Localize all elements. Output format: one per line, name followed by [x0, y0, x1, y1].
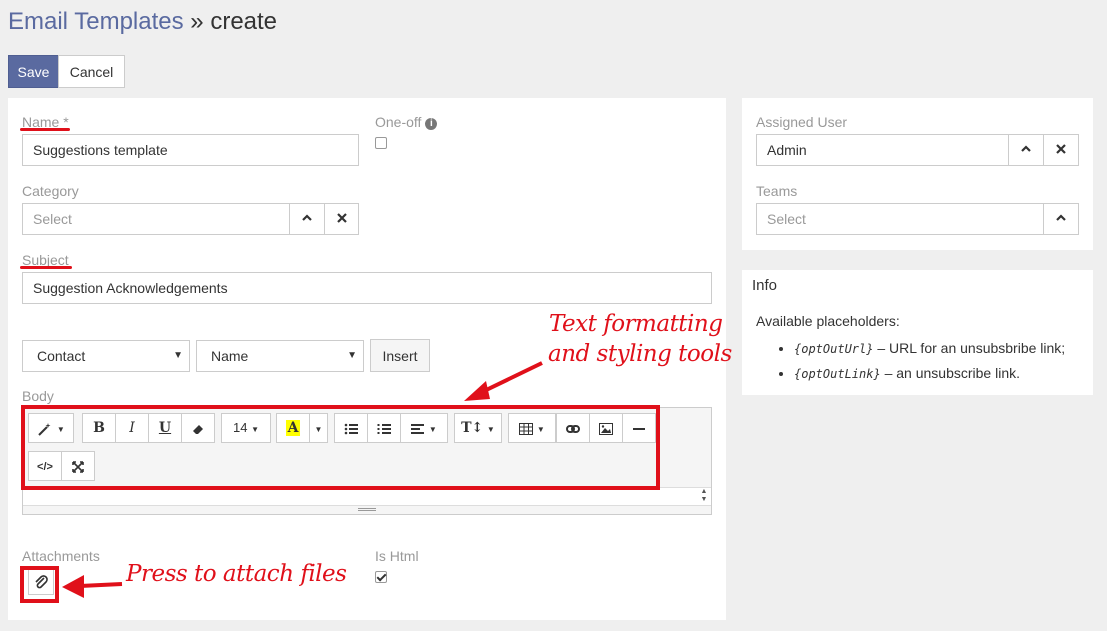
- placeholder-desc: – an unsubscribe link.: [880, 365, 1021, 381]
- attachments-label: Attachments: [22, 548, 100, 564]
- assigned-user-input[interactable]: Admin: [756, 134, 1009, 166]
- placeholder-desc: – URL for an unsubsbribe link;: [873, 340, 1066, 356]
- assigned-user-select-button[interactable]: [1008, 134, 1044, 166]
- caret-down-icon: ▼: [173, 350, 183, 361]
- teams-input[interactable]: Select: [756, 203, 1044, 235]
- annotation-box: [21, 405, 660, 490]
- is-html-label: Is Html: [375, 548, 419, 564]
- annotation-text: and styling tools: [548, 341, 732, 367]
- annotation-box: [20, 566, 59, 603]
- list-item: {optOutLink} – an unsubscribe link.: [794, 361, 1065, 386]
- annotation-arrow-icon: [464, 361, 543, 401]
- list-item: {optOutUrl} – URL for an unsubsbribe lin…: [794, 336, 1065, 361]
- annotation-text: Text formatting: [549, 311, 723, 337]
- caret-down-icon: ▼: [347, 350, 357, 361]
- category-input[interactable]: Select: [22, 203, 290, 235]
- placeholder-entity-select[interactable]: Contact ▼: [22, 340, 190, 372]
- is-html-checkbox[interactable]: [375, 571, 387, 583]
- page-title: Email Templates » create: [8, 6, 277, 38]
- editor-scrollbar[interactable]: ▲ ▼: [698, 488, 710, 506]
- annotation-text: Press to attach files: [126, 561, 347, 587]
- close-icon: [336, 213, 347, 223]
- category-label: Category: [22, 183, 79, 199]
- oneoff-label: One-off i: [375, 114, 438, 130]
- chevron-up-icon: [1021, 145, 1031, 152]
- placeholder-list: {optOutUrl} – URL for an unsubsbribe lin…: [774, 336, 1065, 386]
- placeholder-code: {optOutLink}: [794, 367, 881, 381]
- annotation-underline: [20, 266, 72, 269]
- subject-input[interactable]: Suggestion Acknowledgements: [22, 272, 712, 304]
- teams-label: Teams: [756, 183, 798, 199]
- info-intro: Available placeholders:: [756, 313, 900, 329]
- placeholder-code: {optOutUrl}: [794, 342, 874, 356]
- breadcrumb-current: create: [210, 8, 278, 35]
- annotation-underline: [20, 128, 70, 131]
- save-button[interactable]: Save: [8, 55, 59, 88]
- category-select-button[interactable]: [289, 203, 325, 235]
- insert-button[interactable]: Insert: [370, 339, 430, 372]
- oneoff-checkbox[interactable]: [375, 137, 387, 149]
- info-title: Info: [752, 277, 778, 294]
- assigned-user-label: Assigned User: [756, 114, 848, 130]
- category-clear-button[interactable]: [324, 203, 359, 235]
- breadcrumb-separator: »: [183, 8, 211, 35]
- teams-select-button[interactable]: [1043, 203, 1079, 235]
- grip-icon: [358, 508, 376, 511]
- close-icon: [1056, 144, 1066, 154]
- editor-resize-handle[interactable]: [23, 505, 711, 514]
- oneoff-label-text: One-off: [375, 114, 422, 130]
- info-icon: i: [425, 118, 438, 130]
- placeholder-field-value: Name: [211, 348, 249, 364]
- assigned-user-clear-button[interactable]: [1043, 134, 1079, 166]
- annotation-arrow-icon: [62, 575, 123, 598]
- breadcrumb-email-templates[interactable]: Email Templates: [8, 8, 184, 35]
- body-label: Body: [22, 388, 54, 404]
- name-input[interactable]: Suggestions template: [22, 134, 359, 166]
- placeholder-entity-value: Contact: [37, 348, 86, 364]
- cancel-button[interactable]: Cancel: [58, 55, 125, 88]
- chevron-up-icon: [1056, 214, 1066, 221]
- chevron-up-icon: [302, 214, 312, 221]
- placeholder-field-select[interactable]: Name ▼: [196, 340, 364, 372]
